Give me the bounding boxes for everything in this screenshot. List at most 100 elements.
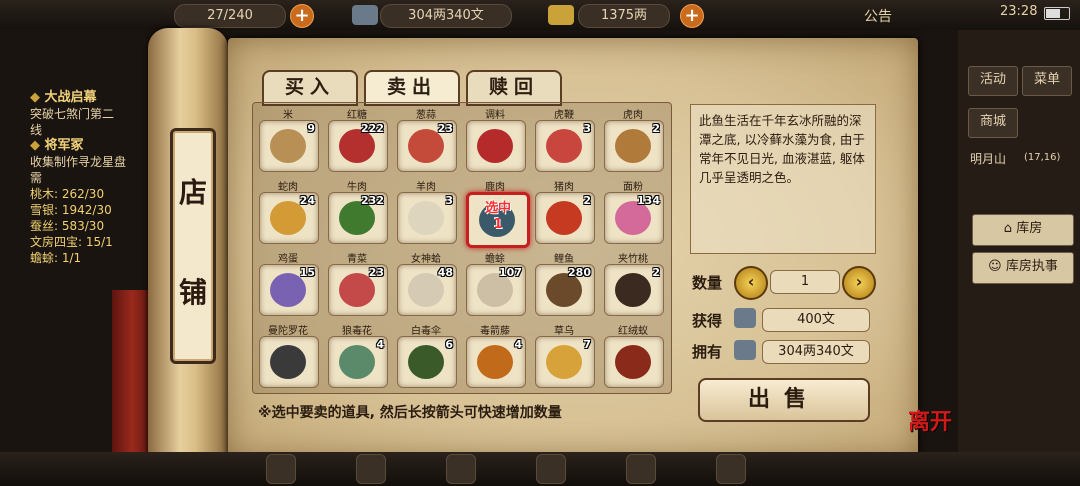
item-slot[interactable]: 280 bbox=[535, 264, 595, 316]
quantity-input[interactable]: 1 bbox=[770, 270, 840, 294]
sell-button[interactable]: 出售 bbox=[698, 378, 870, 422]
warehouse-keeper-button[interactable]: ☺ 库房执事 bbox=[972, 252, 1074, 284]
item-count: 4 bbox=[514, 338, 522, 351]
leave-button[interactable]: 离开 bbox=[908, 404, 952, 436]
nav-icon[interactable] bbox=[266, 454, 296, 484]
nav-icon[interactable] bbox=[626, 454, 656, 484]
location-coords: (17,16) bbox=[1024, 152, 1061, 163]
item-slot[interactable]: 3 bbox=[535, 120, 595, 172]
nav-icon[interactable] bbox=[716, 454, 746, 484]
item-count: 9 bbox=[307, 122, 315, 135]
announcement-link[interactable]: 公告 bbox=[864, 6, 892, 26]
home-icon: ⌂ bbox=[1003, 221, 1013, 236]
item-slot[interactable]: 15 bbox=[259, 264, 319, 316]
item-slot[interactable]: 3 bbox=[397, 192, 457, 244]
item-icon bbox=[615, 273, 651, 307]
copper-money-display: 304两340文 bbox=[380, 4, 512, 28]
item-count: 4 bbox=[376, 338, 384, 351]
item-slot[interactable]: 2 bbox=[604, 120, 664, 172]
item-slot[interactable]: 134 bbox=[604, 192, 664, 244]
item-icon bbox=[546, 129, 582, 163]
item-slot[interactable]: 6 bbox=[397, 336, 457, 388]
scroll-tassel bbox=[112, 290, 152, 470]
item-name: 面粉 bbox=[623, 182, 643, 193]
tab-sell[interactable]: 卖出 bbox=[364, 70, 460, 106]
item-slot[interactable]: 232 bbox=[328, 192, 388, 244]
item-count: 2 bbox=[583, 194, 591, 207]
item-slot[interactable]: 9 bbox=[259, 120, 319, 172]
item-icon bbox=[270, 345, 306, 379]
item-slot[interactable] bbox=[604, 336, 664, 388]
item-slot[interactable] bbox=[466, 120, 526, 172]
decrease-quantity-button[interactable]: ‹ bbox=[734, 266, 768, 300]
quest-req-1: 桃木: 262/30 bbox=[30, 187, 105, 201]
item-name: 红糖 bbox=[347, 110, 367, 121]
item-slot[interactable]: 23 bbox=[328, 264, 388, 316]
add-silver-button[interactable]: + bbox=[680, 4, 704, 28]
quest-title-1: ◆ 大战启幕 bbox=[30, 90, 97, 105]
item-slot[interactable] bbox=[259, 336, 319, 388]
item-name: 虎肉 bbox=[623, 110, 643, 121]
quest-req-2: 雪银: 1942/30 bbox=[30, 203, 112, 217]
item-slot[interactable]: 4 bbox=[328, 336, 388, 388]
item-slot[interactable]: 2 bbox=[535, 192, 595, 244]
item-name: 米 bbox=[283, 110, 293, 121]
item-name: 鹿肉 bbox=[485, 182, 505, 193]
nav-icon[interactable] bbox=[446, 454, 476, 484]
quest-desc-2: 收集制作寻龙星盘 bbox=[30, 155, 127, 169]
silver-money-display: 1375两 bbox=[578, 4, 670, 28]
nav-icon[interactable] bbox=[536, 454, 566, 484]
item-icon bbox=[615, 129, 651, 163]
warehouse-button[interactable]: ⌂ 库房 bbox=[972, 214, 1074, 246]
increase-quantity-button[interactable]: › bbox=[842, 266, 876, 300]
quest-req-5: 蟾蜍: 1/1 bbox=[30, 251, 82, 265]
item-count: 3 bbox=[583, 122, 591, 135]
capacity-display: 27/240 bbox=[174, 4, 286, 28]
item-count: 7 bbox=[583, 338, 591, 351]
coin-icon bbox=[734, 340, 756, 360]
item-name: 曼陀罗花 bbox=[268, 326, 308, 337]
item-slot[interactable]: 23 bbox=[397, 120, 457, 172]
item-count: 24 bbox=[299, 194, 315, 207]
nav-icon[interactable] bbox=[356, 454, 386, 484]
item-name: 青菜 bbox=[347, 254, 367, 265]
item-icon bbox=[546, 201, 582, 235]
menu-button[interactable]: 菜单 bbox=[1022, 66, 1072, 96]
item-name: 葱蒜 bbox=[416, 110, 436, 121]
item-name: 猪肉 bbox=[554, 182, 574, 193]
item-slot[interactable]: 4 bbox=[466, 336, 526, 388]
item-slot[interactable]: 7 bbox=[535, 336, 595, 388]
quest-desc-1b: 线 bbox=[30, 123, 43, 137]
item-name: 鲤鱼 bbox=[554, 254, 574, 265]
gain-label: 获得 bbox=[692, 312, 723, 330]
item-slot[interactable]: 48 bbox=[397, 264, 457, 316]
item-icon bbox=[408, 201, 444, 235]
item-slot[interactable]: 24 bbox=[259, 192, 319, 244]
item-name: 红绒蚁 bbox=[618, 326, 648, 337]
sell-hint: ※选中要卖的道具, 然后长按箭头可快速增加数量 bbox=[258, 405, 562, 421]
tab-redeem[interactable]: 赎回 bbox=[466, 70, 562, 106]
item-name: 蟾蜍 bbox=[485, 254, 505, 265]
add-capacity-button[interactable]: + bbox=[290, 4, 314, 28]
item-count: 48 bbox=[437, 266, 453, 279]
item-name: 毒箭藤 bbox=[480, 326, 510, 337]
item-slot[interactable]: 2 bbox=[604, 264, 664, 316]
item-count: 6 bbox=[445, 338, 453, 351]
shop-mall-button[interactable]: 商城 bbox=[968, 108, 1018, 138]
activity-button[interactable]: 活动 bbox=[968, 66, 1018, 96]
item-slot[interactable]: 选中 1 bbox=[466, 192, 530, 248]
battery-icon bbox=[1044, 7, 1070, 20]
person-icon: ☺ bbox=[988, 259, 1002, 274]
item-count: 15 bbox=[299, 266, 315, 279]
quest-panel[interactable]: ◆ 大战启幕 突破七煞门第二 线 ◆ 将军冢 收集制作寻龙星盘 需 桃木: 26… bbox=[30, 90, 160, 290]
item-count: 2 bbox=[652, 122, 660, 135]
quest-desc-2b: 需 bbox=[30, 171, 43, 185]
tab-buy[interactable]: 买入 bbox=[262, 70, 358, 106]
item-name: 白毒伞 bbox=[411, 326, 441, 337]
top-status-bar bbox=[0, 0, 1080, 30]
item-slot[interactable]: 222 bbox=[328, 120, 388, 172]
quest-req-4: 文房四宝: 15/1 bbox=[30, 235, 113, 249]
item-name: 草乌 bbox=[554, 326, 574, 337]
quantity-label: 数量 bbox=[692, 274, 723, 292]
item-slot[interactable]: 107 bbox=[466, 264, 526, 316]
